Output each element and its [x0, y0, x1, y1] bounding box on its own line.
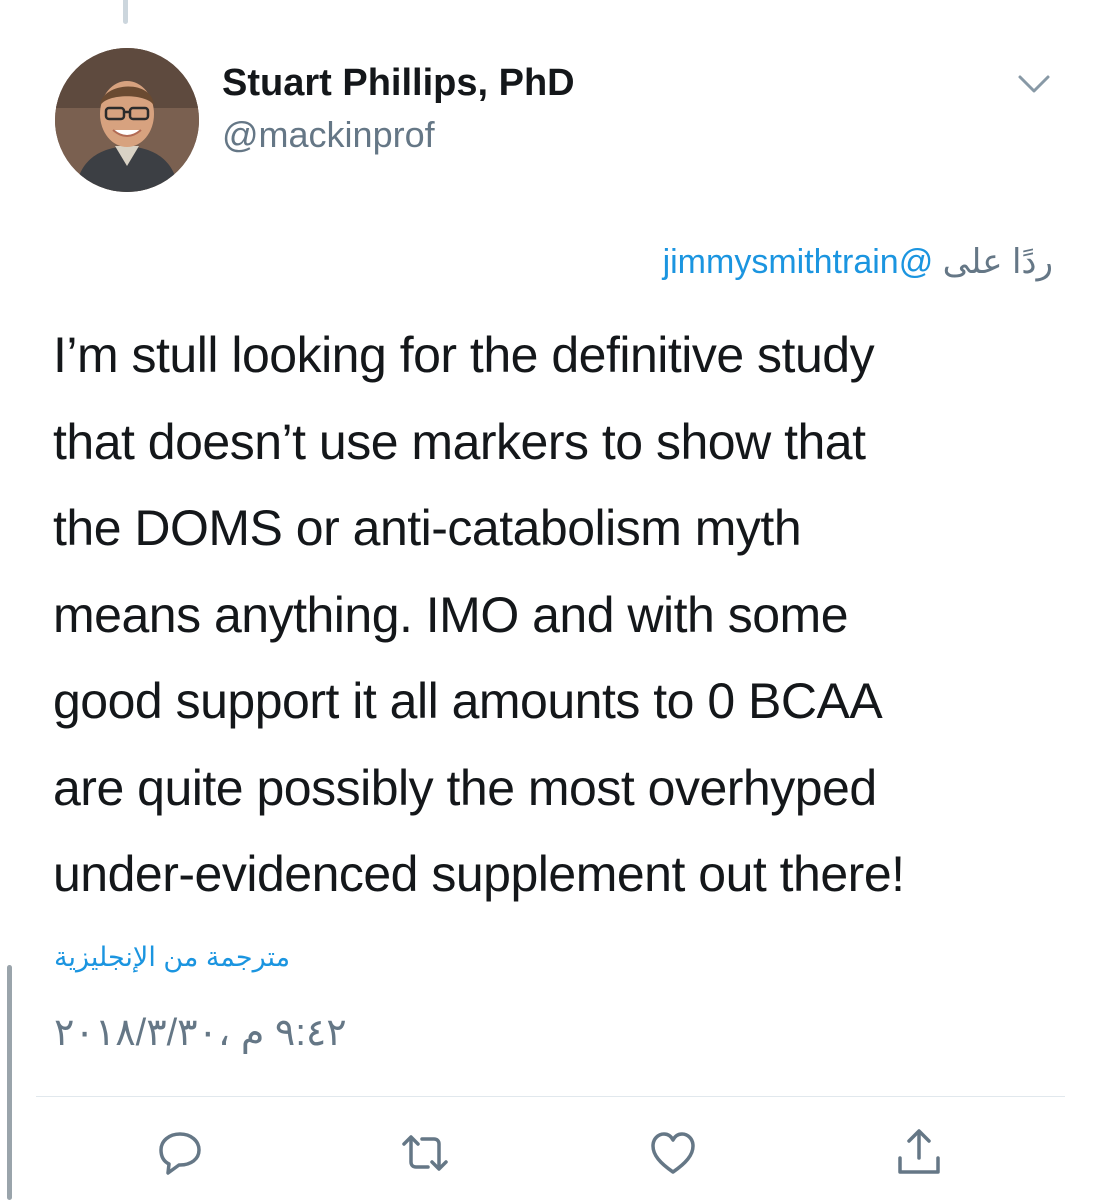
tweet-text-line: under-evidenced supplement out there!	[53, 846, 905, 902]
author-handle[interactable]: @mackinprof	[222, 114, 435, 156]
divider	[36, 1096, 1065, 1097]
heart-icon	[651, 1132, 695, 1174]
share-button[interactable]	[894, 1128, 944, 1178]
scroll-indicator	[7, 965, 12, 1200]
tweet-text-line: the DOMS or anti-catabolism myth	[53, 500, 802, 556]
avatar[interactable]	[55, 48, 199, 192]
author-display-name[interactable]: Stuart Phillips, PhD	[222, 62, 575, 105]
tweet-text-line: that doesn’t use markers to show that	[53, 413, 866, 470]
tweet-text-line: are quite possibly the most overhyped	[53, 759, 877, 816]
translated-from-link[interactable]: مترجمة من الإنجليزية	[54, 942, 290, 973]
tweet-timestamp[interactable]: ٩:٤٢ م ،٢٠١٨/٣/٣٠	[54, 1010, 347, 1055]
reply-icon	[159, 1132, 201, 1175]
replying-to: ردًا على @jimmysmithtrain	[663, 242, 1053, 282]
share-icon	[898, 1129, 940, 1174]
retweet-button[interactable]	[400, 1128, 450, 1178]
like-button[interactable]	[648, 1128, 698, 1178]
tweet-text-line: means anything. IMO and with some	[53, 586, 849, 643]
chevron-down-icon[interactable]	[1016, 72, 1052, 96]
replying-to-mention[interactable]: @jimmysmithtrain	[663, 243, 934, 281]
thread-connector-line	[123, 0, 128, 24]
retweet-icon	[402, 1135, 448, 1171]
tweet-text-line: I’m stull looking for the definitive stu…	[53, 327, 875, 383]
replying-to-label: ردًا على	[942, 243, 1053, 281]
reply-button[interactable]	[155, 1128, 205, 1178]
tweet-text: I’m stull looking for the definitive stu…	[53, 312, 1063, 918]
tweet-text-line: good support it all amounts to 0 BCAA	[53, 673, 883, 729]
